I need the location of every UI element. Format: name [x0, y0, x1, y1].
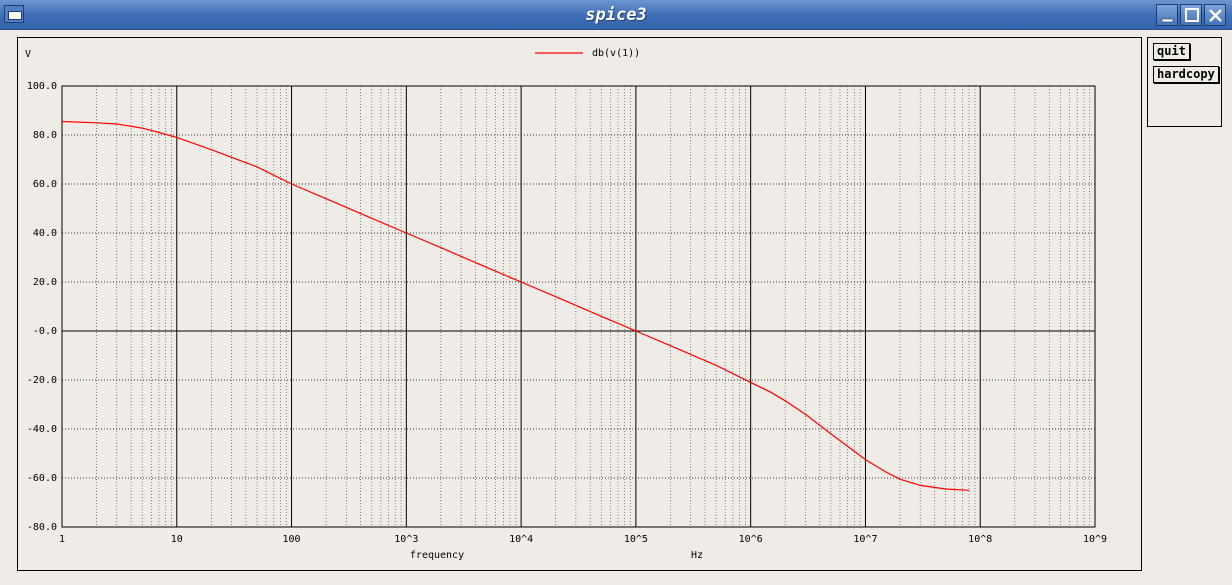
window-title: spice3: [585, 5, 647, 25]
y-tick-label: -80.0: [27, 522, 57, 533]
close-icon[interactable]: [1204, 4, 1226, 26]
y-tick-label: -40.0: [27, 424, 57, 435]
y-tick-label: 40.0: [33, 228, 57, 239]
x-tick-label: 10^5: [624, 534, 648, 545]
y-tick-label: 60.0: [33, 179, 57, 190]
plot-canvas: 100.0 80.0 60.0 40.0 20.0 -0.0 -20.0 -40.0 -60.0…: [25, 48, 1107, 561]
x-tick-label: 1: [59, 534, 65, 545]
minimize-icon[interactable]: [1156, 4, 1178, 26]
x-tick-label: 10^8: [968, 534, 992, 545]
y-tick-label: -0.0: [33, 326, 57, 337]
x-tick-label: 10^3: [394, 534, 418, 545]
x-tick-label: 10^7: [853, 534, 877, 545]
x-tick-label: 10: [171, 534, 183, 545]
x-tick-label: 10^6: [739, 534, 763, 545]
x-tick-label: 10^9: [1083, 534, 1107, 545]
hardcopy-button[interactable]: hardcopy: [1153, 66, 1219, 83]
y-tick-label: 80.0: [33, 130, 57, 141]
button-panel: quit hardcopy: [1147, 37, 1222, 127]
x-axis-unit: Hz: [691, 550, 703, 561]
y-tick-label: -60.0: [27, 473, 57, 484]
x-tick-label: 100: [283, 534, 301, 545]
y-tick-label: -20.0: [27, 375, 57, 386]
y-tick-label: 100.0: [27, 81, 57, 92]
maximize-icon[interactable]: [1180, 4, 1202, 26]
quit-button[interactable]: quit: [1153, 43, 1190, 60]
x-axis-label: frequency: [410, 550, 464, 561]
x-tick-label: 10^4: [509, 534, 533, 545]
y-axis-label: V: [25, 49, 31, 60]
title-bar[interactable]: spice3: [0, 0, 1232, 30]
y-tick-label: 20.0: [33, 277, 57, 288]
legend-label: db(v(1)): [592, 48, 640, 59]
